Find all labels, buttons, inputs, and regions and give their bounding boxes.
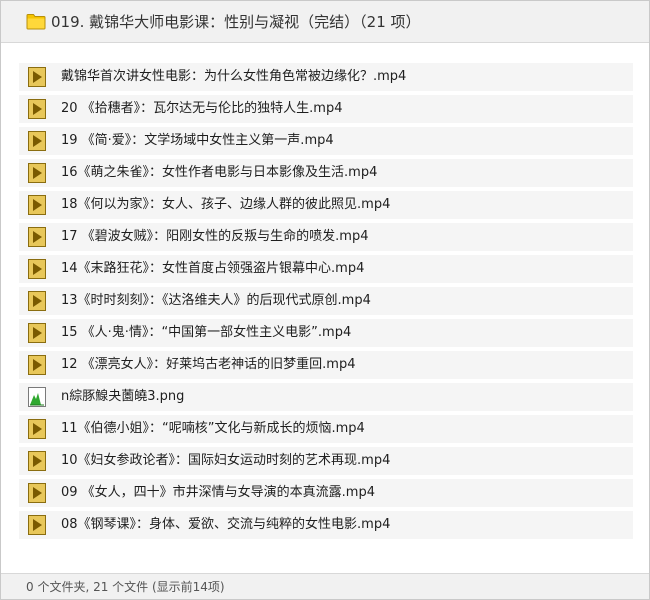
file-name: 11《伯德小姐》：“呢喃核”文化与新成长的烦恼.mp4 — [61, 421, 365, 436]
file-row[interactable]: n綜豚鰁夬薗皢3.png — [19, 383, 633, 411]
file-row[interactable]: 13《时时刻刻》：《达洛维夫人》的后现代式原创.mp4 — [19, 287, 633, 315]
file-name: 15 《人·鬼·情》：“中国第一部女性主义电影”.mp4 — [61, 325, 352, 340]
video-file-icon — [28, 227, 46, 247]
status-bar: 0 个文件夹, 21 个文件 (显示前14项) — [1, 573, 649, 599]
file-name: 10《妇女参政论者》：国际妇女运动时刻的艺术再现.mp4 — [61, 453, 391, 468]
title-bar: 019. 戴锦华大师电影课：性别与凝视（完结）（21 项） — [1, 1, 649, 43]
file-name: 17 《碧波女贼》：阳刚女性的反叛与生命的喷发.mp4 — [61, 229, 369, 244]
folder-icon — [26, 14, 46, 30]
file-name: 戴锦华首次讲女性电影：为什么女性角色常被边缘化？.mp4 — [61, 69, 407, 84]
file-row[interactable]: 11《伯德小姐》：“呢喃核”文化与新成长的烦恼.mp4 — [19, 415, 633, 443]
video-file-icon — [28, 355, 46, 375]
video-file-icon — [28, 131, 46, 151]
file-row[interactable]: 18《何以为家》：女人、孩子、边缘人群的彼此照见.mp4 — [19, 191, 633, 219]
file-name: 13《时时刻刻》：《达洛维夫人》的后现代式原创.mp4 — [61, 293, 371, 308]
file-list: 戴锦华首次讲女性电影：为什么女性角色常被边缘化？.mp4 20 《拾穗者》：瓦尔达… — [19, 63, 633, 543]
video-file-icon — [28, 291, 46, 311]
file-name: 09 《女人，四十》市井深情与女导演的本真流露.mp4 — [61, 485, 375, 500]
file-row[interactable]: 10《妇女参政论者》：国际妇女运动时刻的艺术再现.mp4 — [19, 447, 633, 475]
file-name: n綜豚鰁夬薗皢3.png — [61, 389, 185, 404]
video-file-icon — [28, 195, 46, 215]
video-file-icon — [28, 67, 46, 87]
file-name: 18《何以为家》：女人、孩子、边缘人群的彼此照见.mp4 — [61, 197, 391, 212]
file-name: 19 《简·爱》：文学场域中女性主义第一声.mp4 — [61, 133, 334, 148]
video-file-icon — [28, 419, 46, 439]
file-name: 08《钢琴课》：身体、爱欲、交流与纯粹的女性电影.mp4 — [61, 517, 391, 532]
video-file-icon — [28, 259, 46, 279]
window-title: 019. 戴锦华大师电影课：性别与凝视（完结）（21 项） — [51, 13, 421, 31]
image-file-icon — [28, 387, 46, 407]
status-text: 0 个文件夹, 21 个文件 (显示前14项) — [26, 580, 225, 594]
file-list-window: 019. 戴锦华大师电影课：性别与凝视（完结）（21 项） 戴锦华首次讲女性电影… — [0, 0, 650, 600]
video-file-icon — [28, 163, 46, 183]
video-file-icon — [28, 451, 46, 471]
video-file-icon — [28, 515, 46, 535]
file-name: 20 《拾穗者》：瓦尔达无与伦比的独特人生.mp4 — [61, 101, 343, 116]
file-row[interactable]: 14《末路狂花》：女性首度占领强盗片银幕中心.mp4 — [19, 255, 633, 283]
file-row[interactable]: 15 《人·鬼·情》：“中国第一部女性主义电影”.mp4 — [19, 319, 633, 347]
file-row[interactable]: 20 《拾穗者》：瓦尔达无与伦比的独特人生.mp4 — [19, 95, 633, 123]
video-file-icon — [28, 99, 46, 119]
file-row[interactable]: 17 《碧波女贼》：阳刚女性的反叛与生命的喷发.mp4 — [19, 223, 633, 251]
file-row[interactable]: 09 《女人，四十》市井深情与女导演的本真流露.mp4 — [19, 479, 633, 507]
file-row[interactable]: 16《萌之朱雀》：女性作者电影与日本影像及生活.mp4 — [19, 159, 633, 187]
video-file-icon — [28, 323, 46, 343]
file-row[interactable]: 戴锦华首次讲女性电影：为什么女性角色常被边缘化？.mp4 — [19, 63, 633, 91]
file-name: 16《萌之朱雀》：女性作者电影与日本影像及生活.mp4 — [61, 165, 378, 180]
video-file-icon — [28, 483, 46, 503]
file-row[interactable]: 12 《漂亮女人》：好莱坞古老神话的旧梦重回.mp4 — [19, 351, 633, 379]
file-name: 12 《漂亮女人》：好莱坞古老神话的旧梦重回.mp4 — [61, 357, 356, 372]
file-name: 14《末路狂花》：女性首度占领强盗片银幕中心.mp4 — [61, 261, 365, 276]
file-row[interactable]: 19 《简·爱》：文学场域中女性主义第一声.mp4 — [19, 127, 633, 155]
file-row[interactable]: 08《钢琴课》：身体、爱欲、交流与纯粹的女性电影.mp4 — [19, 511, 633, 539]
